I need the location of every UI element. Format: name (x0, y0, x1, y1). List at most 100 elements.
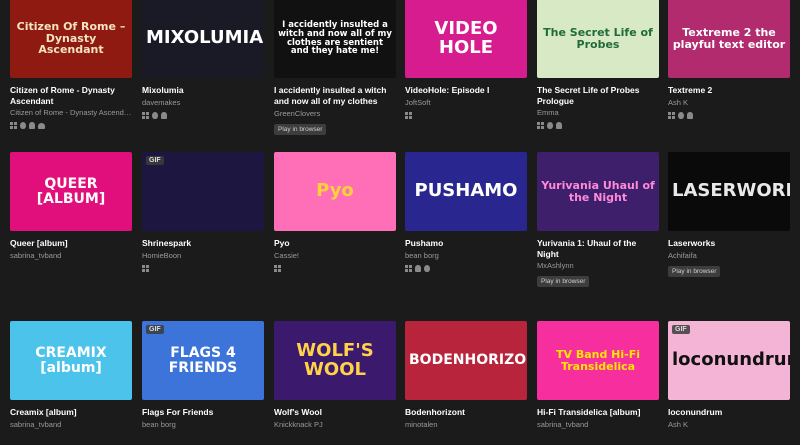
game-thumbnail[interactable]: LASERWORKS (668, 152, 790, 231)
game-author-link[interactable]: sabrina_tvband (10, 420, 132, 429)
game-thumbnail[interactable]: GIF (142, 152, 264, 231)
game-card[interactable]: Pyo Pyo Cassie! (274, 152, 396, 273)
gif-badge: GIF (146, 325, 164, 334)
game-title-link[interactable]: I accidently insulted a witch and now al… (274, 85, 396, 107)
game-title-link[interactable]: Shrinespark (142, 238, 264, 249)
thumbnail-title-art: loconundrum (672, 349, 790, 371)
game-author-link[interactable]: HomieBoon (142, 251, 264, 260)
game-title-link[interactable]: Hi-Fi Transidelica [album] (537, 407, 659, 418)
game-card[interactable]: GIF Shrinespark HomieBoon (142, 152, 264, 273)
game-card[interactable]: LASERWORKS Laserworks Achifaifa Play in bro… (668, 152, 790, 278)
game-card[interactable]: VIDEO HOLE VideoHole: Episode I JoftSoft (405, 0, 527, 120)
game-thumbnail[interactable]: I accidently insulted a witch and now al… (274, 0, 396, 78)
game-title-link[interactable]: Yurivania 1: Uhaul of the Night (537, 238, 659, 259)
game-thumbnail[interactable]: Textreme 2 the playful text editor (668, 0, 790, 78)
thumbnail-title-art: VIDEO HOLE (434, 17, 498, 58)
game-card[interactable]: BODENHORIZONT Bodenhorizont minotalen (405, 321, 527, 429)
game-card[interactable]: FLAGS 4 FRIENDS GIF Flags For Friends bean … (142, 321, 264, 429)
game-thumbnail[interactable]: WOLF'S WOOL (274, 321, 396, 400)
game-thumbnail[interactable]: The Secret Life of Probes (537, 0, 659, 78)
game-thumbnail[interactable]: VIDEO HOLE (405, 0, 527, 78)
game-card[interactable]: Yurivania Uhaul of the Night Yurivania 1:… (537, 152, 659, 288)
game-thumbnail[interactable]: TV Band Hi-Fi Transidelica (537, 321, 659, 400)
game-author-link[interactable]: sabrina_tvband (10, 251, 132, 260)
game-thumbnail[interactable]: CREAMIX [album] (10, 321, 132, 400)
thumbnail-title-art: TV Band Hi-Fi Transidelica (555, 347, 640, 373)
game-card[interactable]: loconundrum GIF loconundrum Ash K (668, 321, 790, 429)
game-card[interactable]: Textreme 2 the playful text editor Textre… (668, 0, 790, 120)
game-card[interactable]: MIXOLUMIA Mixolumia davemakes (142, 0, 264, 120)
linux-icon (687, 111, 693, 119)
game-thumbnail[interactable]: Pyo (274, 152, 396, 231)
thumbnail-title-art: LASERWORKS (672, 180, 790, 202)
game-title-link[interactable]: Pyo (274, 238, 396, 249)
platform-icons (10, 121, 132, 130)
game-author-link[interactable]: bean borg (405, 251, 527, 260)
game-author-link[interactable]: Cassie! (274, 251, 396, 260)
game-title-link[interactable]: The Secret Life of Probes Prologue (537, 85, 659, 106)
game-card[interactable]: TV Band Hi-Fi Transidelica Hi-Fi Transide… (537, 321, 659, 429)
game-thumbnail[interactable]: Yurivania Uhaul of the Night (537, 152, 659, 231)
platform-icons (142, 111, 264, 120)
game-card[interactable]: The Secret Life of Probes The Secret Life… (537, 0, 659, 130)
linux-icon (415, 264, 421, 272)
game-author-link[interactable]: MxAshlynn (537, 261, 659, 270)
linux-icon (29, 122, 35, 130)
game-title-link[interactable]: Mixolumia (142, 85, 264, 96)
game-thumbnail[interactable]: BODENHORIZONT (405, 321, 527, 400)
game-title-link[interactable]: loconundrum (668, 407, 790, 418)
play-in-browser-badge[interactable]: Play in browser (537, 276, 590, 288)
windows-icon (142, 111, 149, 119)
windows-icon (142, 264, 149, 272)
apple-icon (152, 111, 158, 119)
game-card[interactable]: QUEER [ALBUM] Queer [album] sabrina_tvband (10, 152, 132, 260)
game-title-link[interactable]: Queer [album] (10, 238, 132, 249)
thumbnail-title-art: MIXOLUMIA (146, 27, 264, 49)
game-title-link[interactable]: Citizen of Rome - Dynasty Ascendant (10, 85, 132, 106)
gif-badge: GIF (672, 325, 690, 334)
apple-icon (424, 264, 430, 272)
thumbnail-title-art: CREAMIX [album] (35, 344, 107, 376)
game-card[interactable]: I accidently insulted a witch and now al… (274, 0, 396, 136)
game-author-link[interactable]: GreenClovers (274, 109, 396, 118)
game-title-link[interactable]: Laserworks (668, 238, 790, 249)
platform-icons (405, 264, 527, 273)
thumbnail-title-art: Yurivania Uhaul of the Night (541, 178, 655, 204)
game-card[interactable]: Citizen Of Rome – Dynasty Ascendant Citiz… (10, 0, 132, 130)
game-author-link[interactable]: Citizen of Rome - Dynasty Ascenda... (10, 108, 132, 117)
game-author-link[interactable]: Achifaifa (668, 251, 790, 260)
game-title-link[interactable]: Bodenhorizont (405, 407, 527, 418)
game-title-link[interactable]: VideoHole: Episode I (405, 85, 527, 96)
game-author-link[interactable]: JoftSoft (405, 98, 527, 107)
platform-icons (274, 264, 396, 273)
thumbnail-title-art: Citizen Of Rome – Dynasty Ascendant (16, 20, 126, 57)
game-thumbnail[interactable]: PUSHAMO (405, 152, 527, 231)
game-title-link[interactable]: Creamix [album] (10, 407, 132, 418)
game-author-link[interactable]: sabrina_tvband (537, 420, 659, 429)
game-author-link[interactable]: Emma (537, 108, 659, 117)
play-in-browser-badge[interactable]: Play in browser (274, 124, 327, 135)
game-thumbnail[interactable]: loconundrum GIF (668, 321, 790, 400)
game-title-link[interactable]: Pushamo (405, 238, 527, 249)
game-author-link[interactable]: Ash K (668, 420, 790, 429)
play-in-browser-badge[interactable]: Play in browser (668, 265, 721, 277)
game-author-link[interactable]: davemakes (142, 98, 264, 107)
game-author-link[interactable]: minotalen (405, 420, 527, 429)
game-title-link[interactable]: Textreme 2 (668, 85, 790, 96)
game-thumbnail[interactable]: FLAGS 4 FRIENDS GIF (142, 321, 264, 400)
thumbnail-title-art: FLAGS 4 FRIENDS (168, 344, 238, 376)
game-card[interactable]: CREAMIX [album] Creamix [album] sabrina_tv… (10, 321, 132, 429)
game-thumbnail[interactable]: Citizen Of Rome – Dynasty Ascendant (10, 0, 132, 78)
game-author-link[interactable]: Knickknack PJ (274, 420, 396, 429)
thumbnail-title-art: Pyo (316, 180, 354, 202)
game-title-link[interactable]: Flags For Friends (142, 407, 264, 418)
game-author-link[interactable]: Ash K (668, 98, 790, 107)
game-title-link[interactable]: Wolf's Wool (274, 407, 396, 418)
game-card[interactable]: PUSHAMO Pushamo bean borg (405, 152, 527, 273)
game-card[interactable]: WOLF'S WOOL Wolf's Wool Knickknack PJ (274, 321, 396, 429)
platform-icons (668, 111, 790, 120)
game-thumbnail[interactable]: QUEER [ALBUM] (10, 152, 132, 231)
game-thumbnail[interactable]: MIXOLUMIA (142, 0, 264, 78)
game-author-link[interactable]: bean borg (142, 420, 264, 429)
thumbnail-title-art: WOLF'S WOOL (296, 339, 374, 380)
